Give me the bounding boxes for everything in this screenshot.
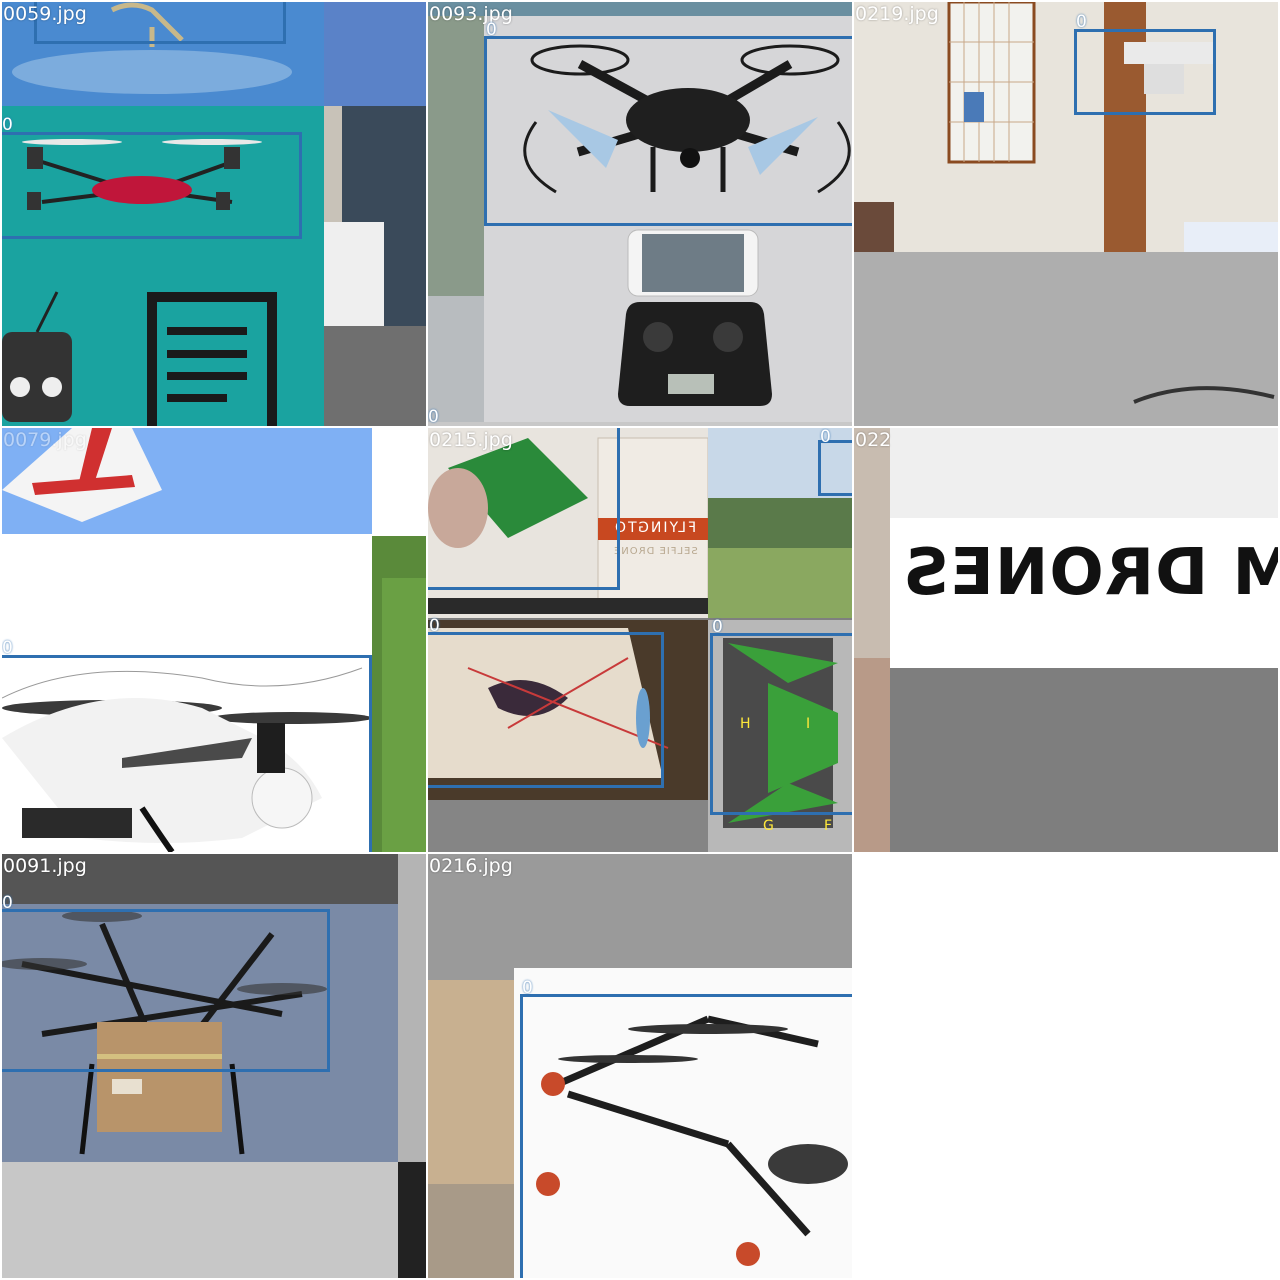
selfie-drone-box-subtext: SELFIE DRONE xyxy=(613,546,698,557)
tile-0059[interactable]: 0 0059.jpg xyxy=(2,2,426,426)
hud-letter: G xyxy=(763,818,774,834)
custom-drones-text: CUSTOM DRONES xyxy=(902,536,1278,610)
bbox xyxy=(520,994,852,1278)
bbox-label: 0 xyxy=(712,617,723,637)
tile-0079[interactable]: 0 0079.jpg xyxy=(2,428,426,852)
bbox xyxy=(484,36,852,226)
tile-filename: 0091.jpg xyxy=(3,855,87,877)
bbox-label: 0 xyxy=(2,115,13,135)
bbox xyxy=(428,428,620,590)
tile-filename: 0219.jpg xyxy=(855,3,939,25)
tile-filename: 0215.jpg xyxy=(429,429,513,451)
bbox-label: 0 xyxy=(429,616,440,636)
bbox-label: 0 xyxy=(1076,12,1087,32)
tile-0216[interactable]: 0 0216.jpg xyxy=(428,854,852,1278)
tile-image xyxy=(854,428,1278,852)
tile-filename: 0059.jpg xyxy=(3,3,87,25)
bbox xyxy=(428,632,664,788)
tile-0219[interactable]: 0 0219.jpg xyxy=(854,2,1278,426)
bbox xyxy=(710,633,852,815)
selfie-drone-box-text: FLYINGTO xyxy=(613,520,697,536)
tile-filename: 0216.jpg xyxy=(429,855,513,877)
bbox-label: 0 xyxy=(820,428,831,447)
bbox xyxy=(2,909,330,1072)
bbox-label: 0 xyxy=(2,893,13,913)
tile-filename: 022 xyxy=(855,429,892,451)
tile-filename: 0079.jpg xyxy=(3,429,87,451)
tile-0091[interactable]: 0 0091.jpg xyxy=(2,854,426,1278)
bbox-label: 0 xyxy=(2,638,13,658)
tile-0093[interactable]: 0 0 0093.jpg xyxy=(428,2,852,426)
tile-0215[interactable]: FLYINGTO SELFIE DRONE 0 0 0 H I G F 0215… xyxy=(428,428,852,852)
bbox xyxy=(2,655,372,852)
empty-cell xyxy=(854,854,1278,1278)
bbox xyxy=(1074,29,1216,115)
hud-letter: F xyxy=(824,818,833,834)
tile-filename: 0093.jpg xyxy=(429,3,513,25)
bbox xyxy=(818,440,852,496)
bbox xyxy=(2,132,302,239)
bbox-label: 0 xyxy=(486,20,497,40)
tile-022[interactable]: CUSTOM DRONES 022 xyxy=(854,428,1278,852)
bbox-label: 0 xyxy=(428,407,439,426)
bbox-label: 0 xyxy=(522,978,533,998)
